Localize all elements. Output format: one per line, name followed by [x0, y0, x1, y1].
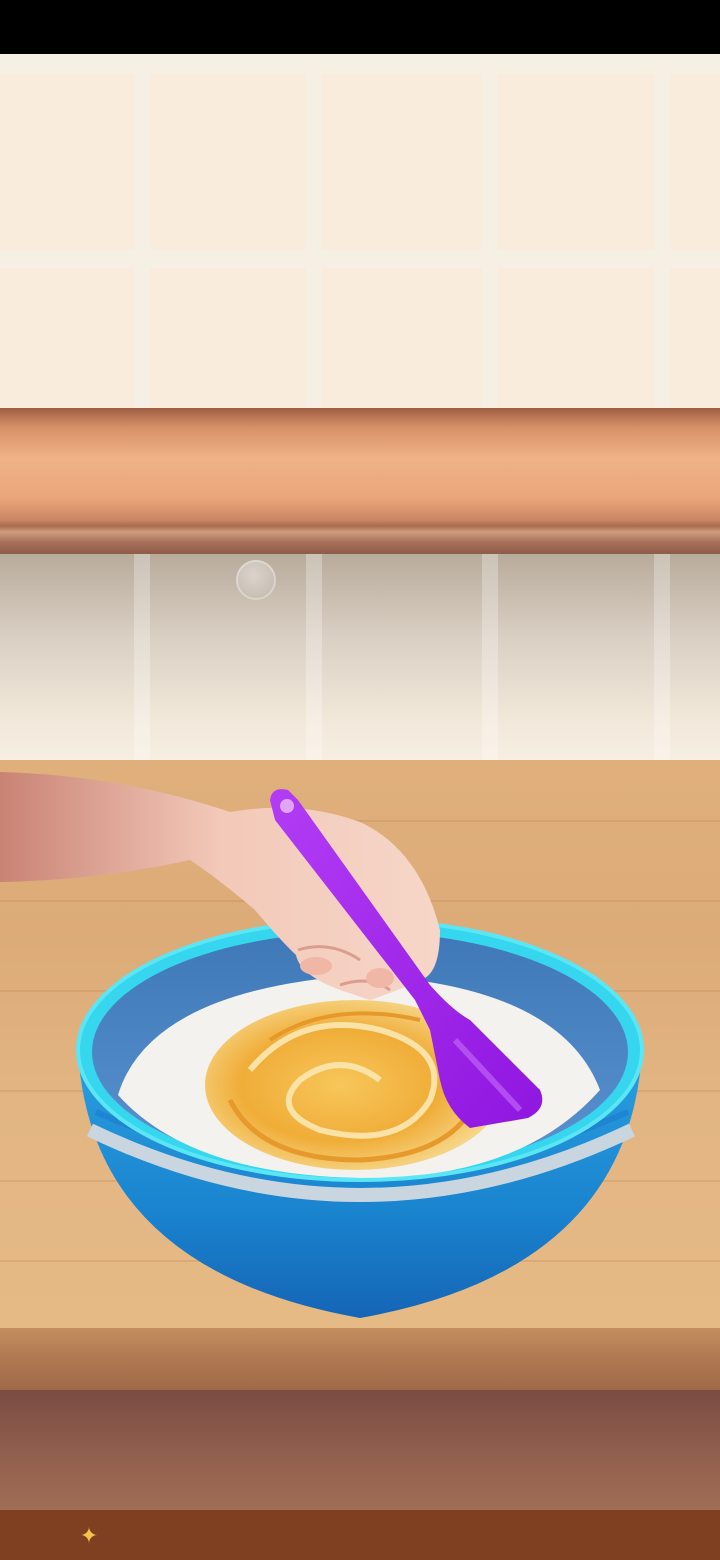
- sparkle-icon[interactable]: ✦: [78, 1524, 100, 1548]
- bottom-bar: [0, 1510, 720, 1560]
- bowl-and-hand-illustration: [0, 772, 644, 1318]
